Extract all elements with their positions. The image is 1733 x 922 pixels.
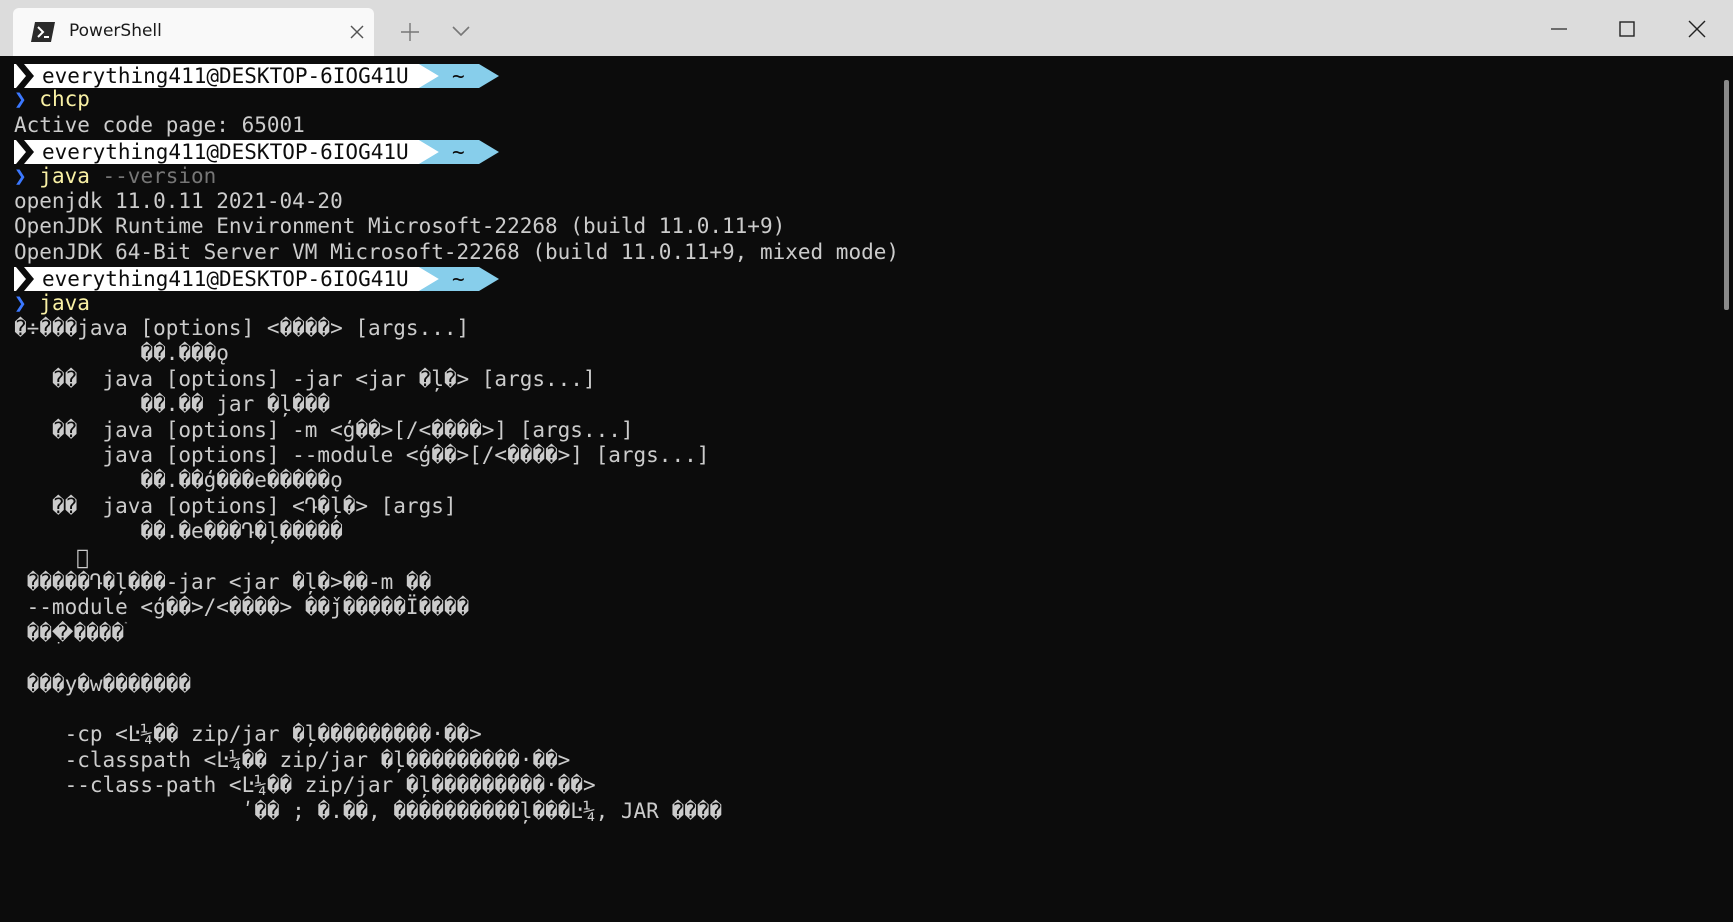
prompt-user: everything411@DESKTOP-6IOG41U [42,267,409,292]
prompt-dir: ~ [452,64,465,88]
terminal-output[interactable]: everything411@DESKTOP-6IOG41U ~ ❯ chcp Acti… [0,56,1725,922]
output-line: �� java [options] <Դ�ļ�> [args] [14,493,457,518]
output-line: ��.�� jar �ļ��� [14,392,331,417]
chevron-down-icon[interactable] [452,25,470,37]
prompt-dir: ~ [452,267,465,292]
output-line: ʹ�� ; �.��, ����������ļ���Ŀ¼, JAR ���� [14,798,723,823]
scrollbar-thumb[interactable] [1724,80,1729,310]
title-bar: PowerShell [0,0,1733,56]
prompt-segment: everything411@DESKTOP-6IOG41U ~ [14,267,554,292]
close-window-icon[interactable] [1674,12,1720,46]
prompt-dir: ~ [452,140,465,165]
command-name: java [39,163,90,188]
tab-title: PowerShell [69,21,162,41]
maximize-icon[interactable] [1604,12,1650,46]
prompt-caret: ❯ [14,290,40,315]
terminal-window: PowerShell everything411@DESKTOP-6IOG41U… [0,0,1733,922]
close-tab-icon[interactable] [349,24,365,40]
command-args: --version [89,163,217,188]
output-line: --class-path <Ŀ¼�� zip/jar �ļ���������·�… [14,773,596,798]
command-line: ❯ chcp [14,85,90,113]
output-line: -cp <Ŀ¼�� zip/jar �ļ���������·��> [14,722,482,747]
output-line: ��.�е���Դ�ļ����� [14,519,343,544]
output-line: java [options] --module <ģ��>[/<����>] [… [14,443,710,467]
output-line: OpenJDK 64-Bit Server VM Microsoft-22268… [14,239,900,264]
output-line: OpenJDK Runtime Environment Microsoft-22… [14,214,786,239]
output-line: ���у�w������� [14,671,192,696]
command-name: chcp [39,87,90,112]
tab-powershell[interactable]: PowerShell [13,8,374,56]
output-line: Active code page: 65001 [14,112,305,137]
prompt-caret: ❯ [14,87,40,112]
command-line: ❯ java --version [14,162,216,190]
prompt-user: everything411@DESKTOP-6IOG41U [42,140,409,165]
powershell-icon [31,22,55,42]
output-line: --module <ģ��>/<����> ��ǰ�����Ï���� [14,595,470,620]
command-line: ❯ java [14,289,90,317]
output-line: ��.��ģ���е�����ǫ [14,468,343,493]
minimize-icon[interactable] [1536,12,1582,46]
output-line: �����֮Դ�ļ���-jar <jar �ļ�>��-m �� [14,570,432,594]
output-line: -classpath <Ŀ¼�� zip/jar �ļ���������·��> [14,747,571,772]
output-line: �� java [options] -jar <jar �ļ�> [args..… [14,366,596,391]
command-name: java [39,290,90,315]
prompt-user: everything411@DESKTOP-6IOG41U [42,64,409,88]
prompt-segment: everything411@DESKTOP-6IOG41U ~ [14,64,554,88]
prompt-caret: ❯ [14,163,40,188]
output-line: ��.���ǫ [14,341,229,366]
prompt-segment: everything411@DESKTOP-6IOG41U ~ [14,140,554,165]
plus-icon[interactable] [400,22,420,42]
output-line: �÷���java [options] <����> [args...] [14,316,470,340]
output-line: ���ִ����ۛ [14,620,125,645]
output-line: �� java [options] -m <ģ��>[/<����>] [arg… [14,417,634,442]
output-line: openjdk 11.0.11 2021-04-20 [14,189,343,213]
